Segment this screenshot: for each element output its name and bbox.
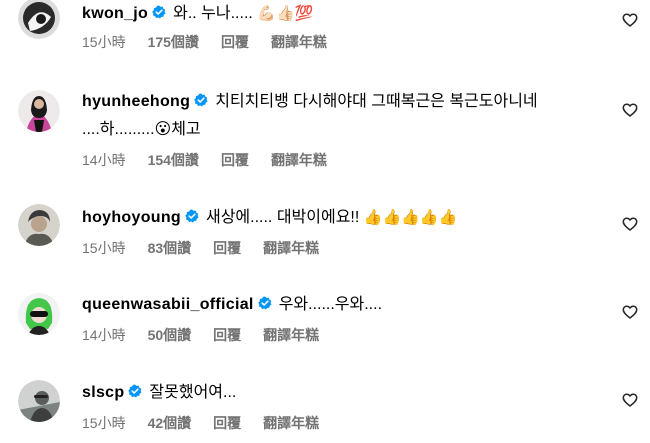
heart-outline-icon[interactable] — [622, 392, 638, 408]
comment-username[interactable]: hoyhoyoung — [82, 209, 181, 226]
comment-item: kwon_jo 와.. 누나..... 💪🏻👍🏻💯 15小時 175個讚 回覆 翻譯年糕 — [0, 0, 650, 70]
comment-username[interactable]: queenwasabii_official — [82, 296, 254, 313]
comment-list: kwon_jo 와.. 누나..... 💪🏻👍🏻💯 15小時 175個讚 回覆 翻譯年糕 — [0, 0, 650, 443]
reply-button[interactable]: 回覆 — [213, 327, 241, 343]
comment-username[interactable]: kwon_jo — [82, 5, 148, 22]
translate-button[interactable]: 翻譯年糕 — [263, 415, 319, 431]
verified-badge-icon — [194, 93, 208, 107]
avatar[interactable] — [18, 90, 60, 132]
comment-likes[interactable]: 42個讚 — [148, 415, 192, 431]
comment-text: 우와......우와.... — [278, 296, 383, 313]
avatar[interactable] — [18, 0, 60, 39]
avatar[interactable] — [18, 204, 60, 246]
comment-time: 14小時 — [82, 327, 126, 343]
verified-badge-icon — [185, 209, 199, 223]
verified-badge-icon — [152, 5, 166, 19]
comment-username[interactable]: hyunheehong — [82, 93, 190, 110]
comment-emoji: 💪🏻👍🏻💯 — [257, 5, 314, 22]
reply-button[interactable]: 回覆 — [213, 415, 241, 431]
comment-likes[interactable]: 50個讚 — [148, 327, 192, 343]
heart-outline-icon[interactable] — [622, 304, 638, 320]
comment-text: 새상에..... 대박이에요!! — [205, 209, 360, 226]
translate-button[interactable]: 翻譯年糕 — [263, 240, 319, 256]
comment-emoji: 👍👍👍👍👍 — [363, 209, 458, 226]
translate-button[interactable]: 翻譯年糕 — [263, 327, 319, 343]
avatar[interactable] — [18, 293, 60, 335]
comment-time: 14小時 — [82, 152, 126, 168]
comment-likes[interactable]: 175個讚 — [148, 34, 199, 50]
reply-button[interactable]: 回覆 — [213, 240, 241, 256]
comment-time: 15小時 — [82, 34, 126, 50]
comment-text: 잘못했어여... — [149, 384, 237, 401]
comment-item: slscp 잘못했어여... 15小時 42個讚 回覆 翻譯年糕 — [0, 378, 650, 443]
heart-outline-icon[interactable] — [622, 216, 638, 232]
heart-outline-icon[interactable] — [622, 12, 638, 28]
comment-time: 15小時 — [82, 415, 126, 431]
comment-item: queenwasabii_official 우와......우와.... 14小時… — [0, 290, 650, 360]
verified-badge-icon — [257, 296, 272, 310]
comment-likes[interactable]: 154個讚 — [148, 152, 199, 168]
comment-username[interactable]: slscp — [82, 384, 124, 401]
reply-button[interactable]: 回覆 — [221, 34, 249, 50]
avatar[interactable] — [18, 380, 60, 422]
reply-button[interactable]: 回覆 — [221, 152, 249, 168]
comment-likes[interactable]: 83個讚 — [148, 240, 192, 256]
comment-text-line2: ....하.........😮체고 — [82, 121, 201, 138]
heart-outline-icon[interactable] — [622, 102, 638, 118]
comment-time: 15小時 — [82, 240, 126, 256]
comment-item: hyunheehong 치티치티뱅 다시해야대 그때복근은 복근도아니네 ....… — [0, 88, 650, 188]
verified-badge-icon — [128, 384, 142, 398]
translate-button[interactable]: 翻譯年糕 — [271, 34, 327, 50]
comment-text: 치티치티뱅 다시해야대 그때복근은 복근도아니네 — [215, 93, 538, 110]
comment-text: 와.. 누나..... — [173, 5, 253, 22]
translate-button[interactable]: 翻譯年糕 — [271, 152, 327, 168]
comment-item: hoyhoyoung 새상에..... 대박이에요!! 👍👍👍👍👍 15小時 83個… — [0, 202, 650, 272]
